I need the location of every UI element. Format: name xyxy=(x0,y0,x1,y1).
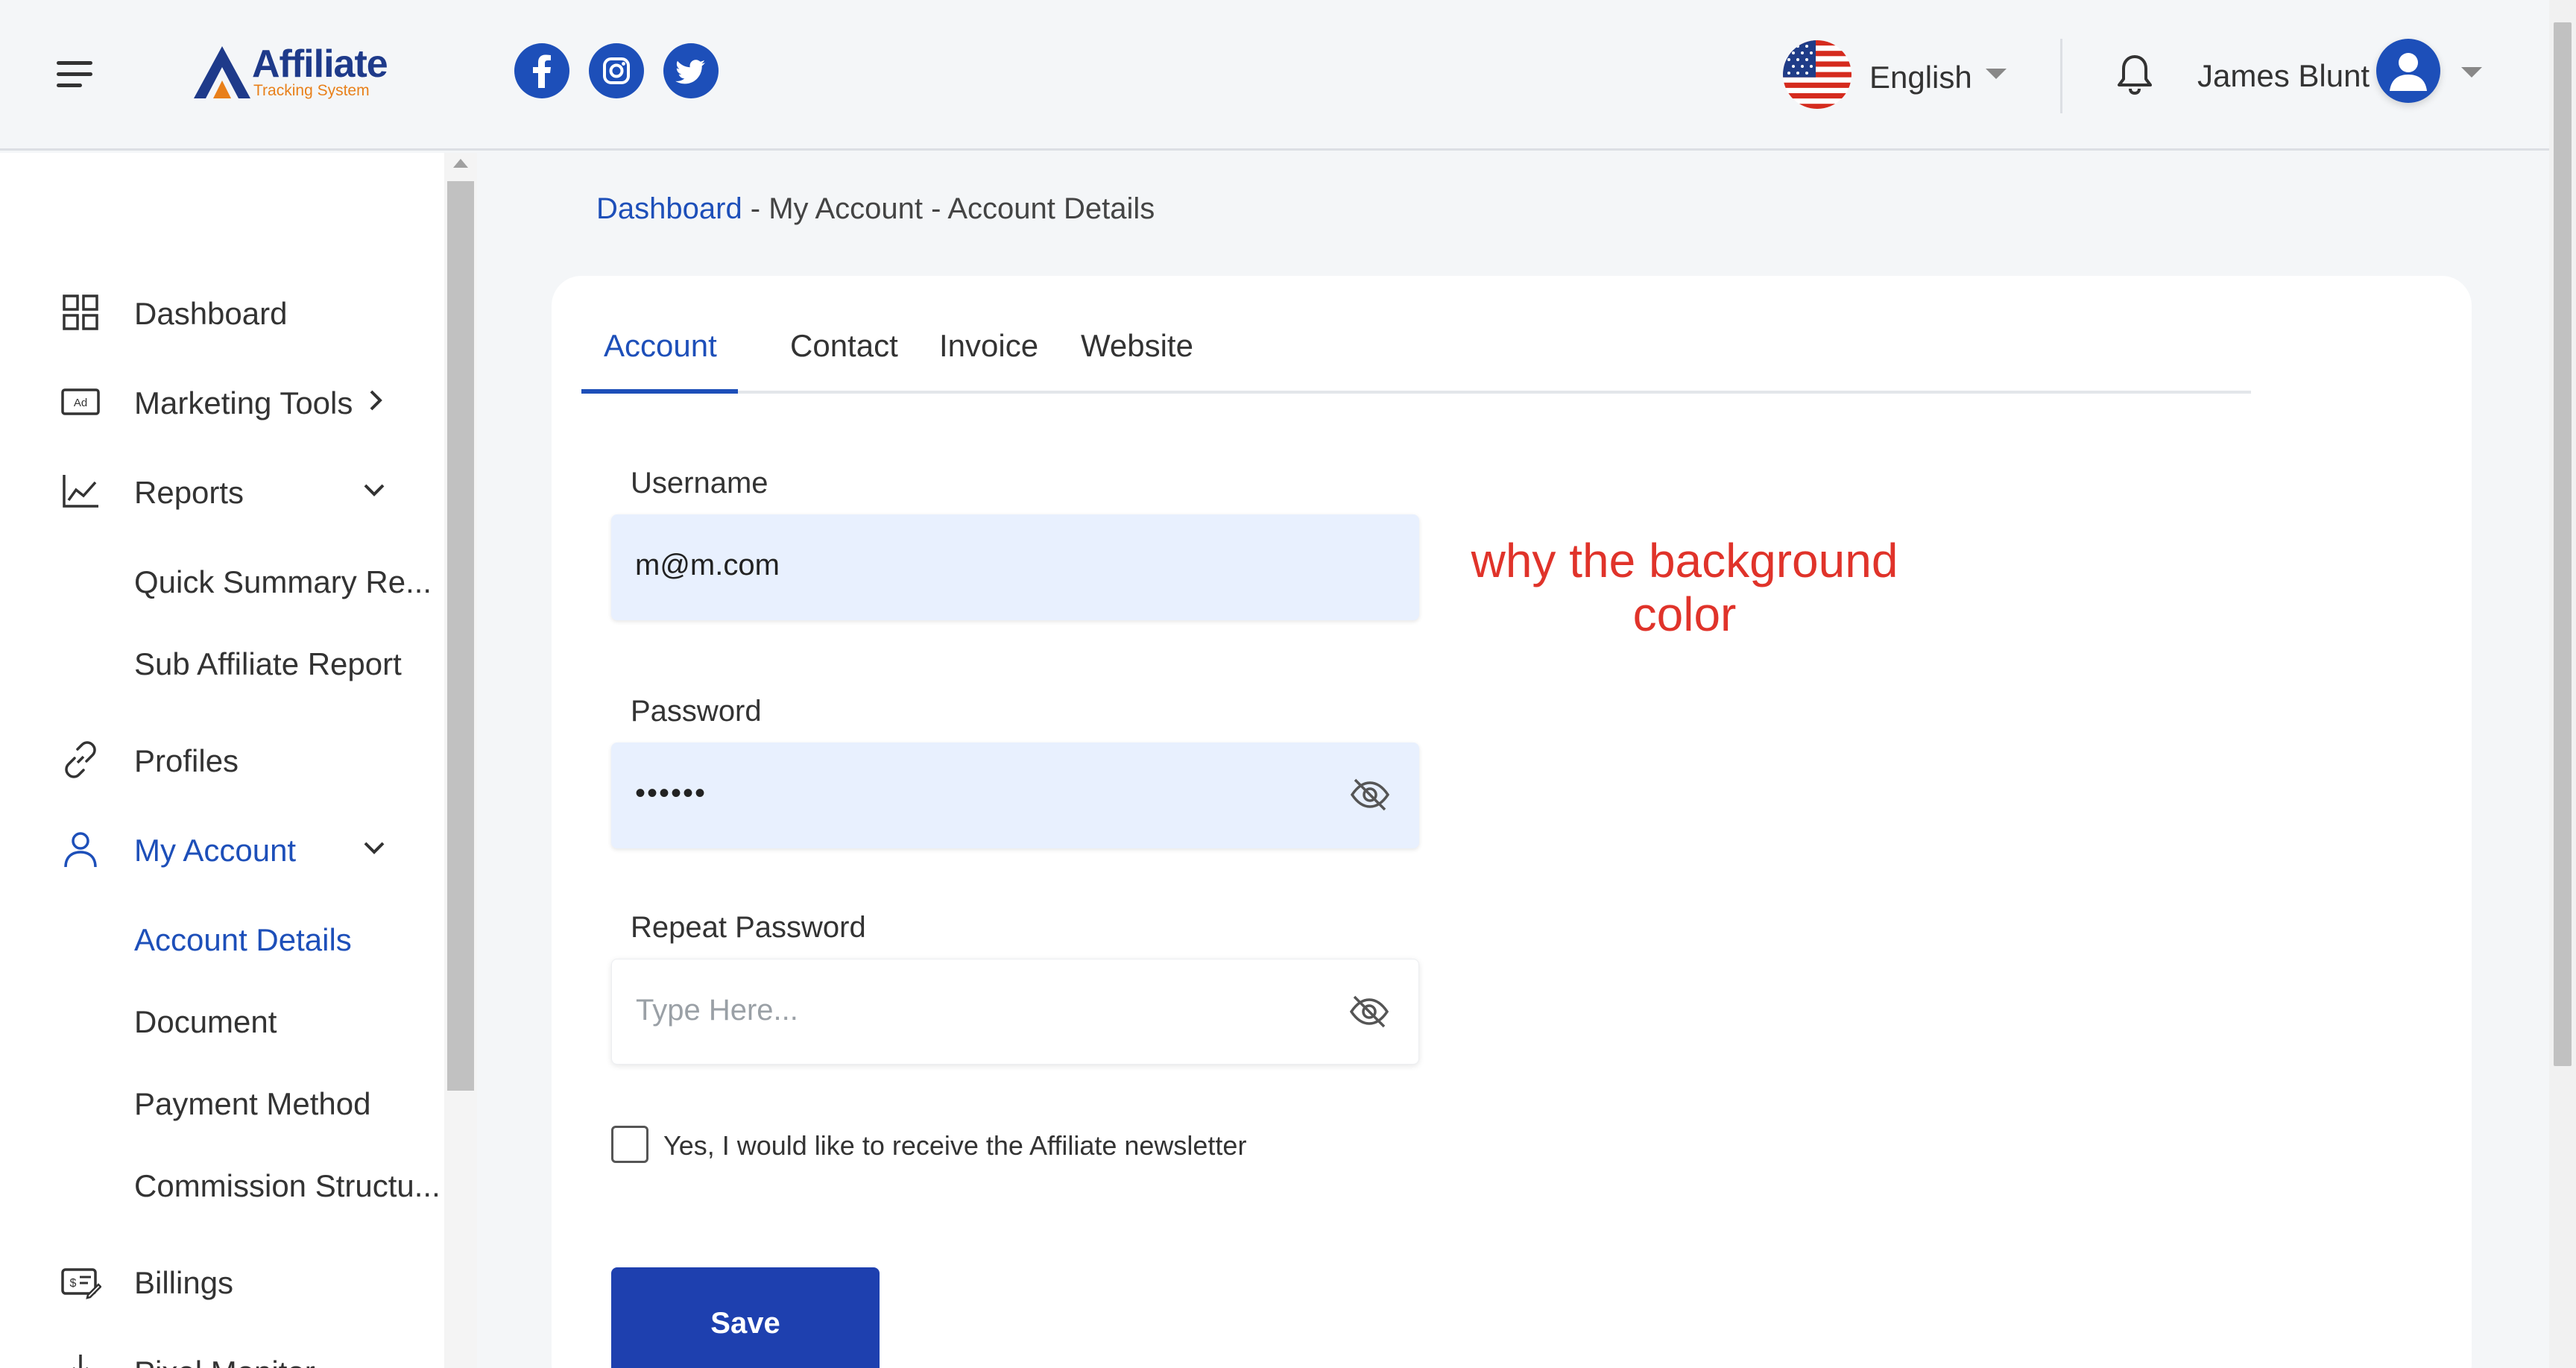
active-tab-indicator xyxy=(581,389,738,394)
sidebar-subitem-label: Commission Structu... xyxy=(134,1168,441,1203)
tab-website[interactable]: Website xyxy=(1081,327,1193,394)
sidebar-subitem-label: Quick Summary Re... xyxy=(134,564,432,599)
sidebar-subitem-account-details[interactable]: Account Details xyxy=(0,912,444,964)
app-logo[interactable]: Affiliate Tracking System xyxy=(191,42,388,101)
sidebar-item-label: Pixel Monitor xyxy=(134,1355,315,1368)
logo-mark-icon xyxy=(194,46,250,98)
tab-contact[interactable]: Contact xyxy=(790,327,898,394)
tab-invoice[interactable]: Invoice xyxy=(939,327,1038,394)
sidebar-item-my-account[interactable]: My Account xyxy=(0,818,444,877)
save-button[interactable]: Save xyxy=(611,1267,880,1368)
svg-text:$: $ xyxy=(70,1277,77,1290)
sidebar-subitem-sub-affiliate-report[interactable]: Sub Affiliate Report xyxy=(0,636,444,688)
password-value: •••••• xyxy=(635,777,707,810)
breadcrumb: Dashboard - My Account - Account Details xyxy=(596,192,1155,226)
grid-icon xyxy=(63,294,98,330)
sidebar-subitem-label: Sub Affiliate Report xyxy=(134,646,402,681)
sidebar-item-label: Reports xyxy=(134,475,244,510)
sidebar-subitem-label: Document xyxy=(134,1004,277,1039)
sidebar-item-profiles[interactable]: Profiles xyxy=(0,728,444,788)
sidebar-subitem-quick-summary[interactable]: Quick Summary Re... xyxy=(0,554,444,606)
username-input[interactable]: m@m.com xyxy=(611,514,1419,620)
sidebar-scrollbar-thumb[interactable] xyxy=(447,181,474,1091)
instagram-icon[interactable] xyxy=(589,43,644,98)
sidebar-item-reports[interactable]: Reports xyxy=(0,460,444,520)
notification-bell-icon[interactable] xyxy=(2114,52,2156,97)
hamburger-menu-icon[interactable] xyxy=(57,60,94,89)
top-header: Affiliate Tracking System English James … xyxy=(0,0,2549,151)
download-icon xyxy=(73,1355,88,1368)
account-details-card: Account Contact Invoice Website Username… xyxy=(552,276,2472,1368)
user-icon xyxy=(64,832,97,868)
newsletter-label[interactable]: Yes, I would like to receive the Affilia… xyxy=(663,1130,1246,1161)
tab-account[interactable]: Account xyxy=(604,327,717,394)
sidebar-item-label: Profiles xyxy=(134,743,239,778)
sidebar-item-label: Marketing Tools xyxy=(134,385,353,420)
user-avatar-icon[interactable] xyxy=(2376,39,2440,103)
sidebar-item-label: Dashboard xyxy=(134,296,288,331)
language-selector[interactable]: English xyxy=(1783,39,2014,110)
logo-title: Affiliate xyxy=(252,42,388,86)
link-icon xyxy=(65,741,96,778)
annotation-line-1: why the background xyxy=(1471,534,1898,587)
sidebar-scrollbar[interactable] xyxy=(444,153,477,1368)
sidebar: Dashboard Ad Marketing Tools Reports Qui… xyxy=(0,153,477,1368)
sidebar-subitem-commission-structure[interactable]: Commission Structu... xyxy=(0,1158,444,1210)
sidebar-item-label: My Account xyxy=(134,833,297,868)
username-label: Username xyxy=(631,467,768,499)
user-name[interactable]: James Blunt xyxy=(2197,58,2370,94)
chevron-down-icon xyxy=(364,484,385,497)
sidebar-item-pixel-monitor[interactable]: Pixel Monitor xyxy=(0,1340,444,1368)
sidebar-subitem-label: Payment Method xyxy=(134,1086,371,1121)
breadcrumb-rest: - My Account - Account Details xyxy=(742,192,1155,225)
billing-icon: $ xyxy=(61,1268,101,1299)
sidebar-subitem-payment-method[interactable]: Payment Method xyxy=(0,1076,444,1128)
repeat-password-input[interactable]: Type Here... xyxy=(611,959,1419,1065)
eye-slash-icon[interactable] xyxy=(1348,992,1390,1031)
chart-line-icon xyxy=(63,475,98,508)
tab-bar: Account Contact Invoice Website xyxy=(581,327,2251,394)
sidebar-item-marketing-tools[interactable]: Ad Marketing Tools xyxy=(0,371,444,430)
sidebar-item-billings[interactable]: $ Billings xyxy=(0,1250,444,1310)
twitter-icon[interactable] xyxy=(663,43,719,98)
repeat-password-placeholder: Type Here... xyxy=(636,994,798,1027)
eye-slash-icon[interactable] xyxy=(1349,775,1391,814)
header-divider xyxy=(2060,39,2062,113)
svg-text:Ad: Ad xyxy=(74,397,87,409)
username-value: m@m.com xyxy=(635,549,780,581)
caret-down-icon xyxy=(1986,69,2007,79)
chevron-right-icon xyxy=(370,390,382,411)
sidebar-item-label: Billings xyxy=(134,1265,234,1300)
facebook-icon[interactable] xyxy=(514,43,569,98)
newsletter-checkbox[interactable] xyxy=(611,1126,648,1163)
us-flag-icon xyxy=(1783,40,1852,109)
scroll-up-arrow-icon[interactable] xyxy=(453,159,468,168)
annotation-note: why the background color xyxy=(1461,534,1908,641)
language-label: English xyxy=(1869,60,1972,95)
page-scrollbar[interactable] xyxy=(2549,0,2576,1368)
repeat-password-label: Repeat Password xyxy=(631,911,866,944)
page-scrollbar-thumb[interactable] xyxy=(2554,22,2572,1066)
logo-subtitle: Tracking System xyxy=(253,82,370,99)
chevron-down-icon xyxy=(364,842,385,854)
ad-icon: Ad xyxy=(61,388,100,415)
annotation-line-2: color xyxy=(1632,587,1737,641)
user-menu-caret-icon[interactable] xyxy=(2461,67,2482,78)
password-input[interactable]: •••••• xyxy=(611,743,1419,848)
sidebar-subitem-document[interactable]: Document xyxy=(0,994,444,1046)
sidebar-subitem-label: Account Details xyxy=(134,922,352,957)
breadcrumb-link-dashboard[interactable]: Dashboard xyxy=(596,192,742,225)
password-label: Password xyxy=(631,695,762,728)
sidebar-item-dashboard[interactable]: Dashboard xyxy=(0,281,444,341)
